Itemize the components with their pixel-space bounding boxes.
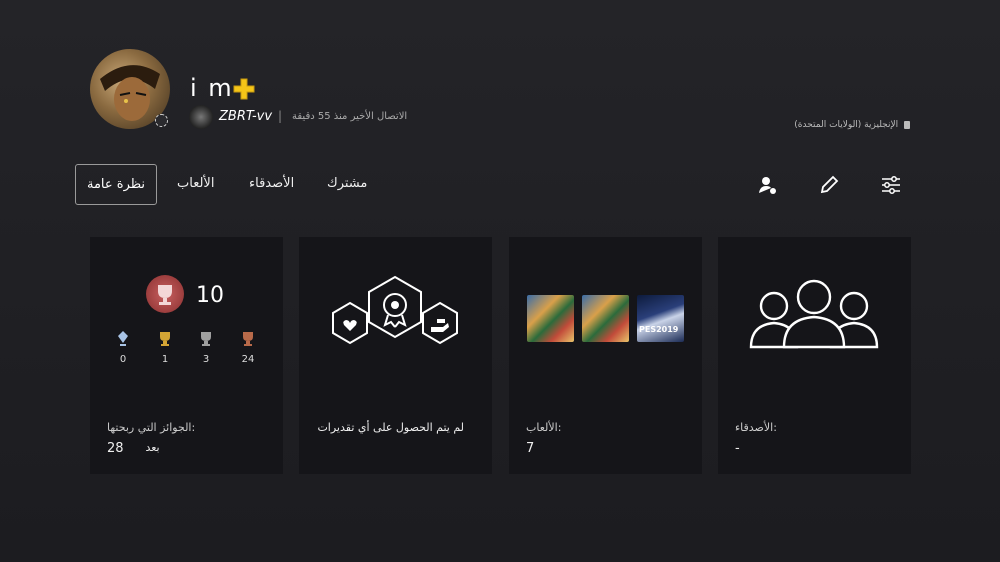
gold-trophy-icon (160, 332, 170, 346)
bronze-trophy-icon (243, 332, 253, 346)
game-thumbnail[interactable] (582, 295, 629, 342)
playstation-plus-icon (233, 78, 255, 100)
trophies-value: 28 (107, 441, 124, 456)
add-friend-icon[interactable] (757, 174, 779, 196)
separator: | (278, 109, 283, 123)
friends-card[interactable]: الأصدقاء: - (718, 237, 911, 474)
silver-trophy-icon (201, 332, 211, 346)
trophy-level: 10 (196, 283, 224, 308)
tab-overview[interactable]: نظرة عامة (75, 164, 157, 205)
online-id-avatar (189, 105, 213, 129)
profile-name: i m (190, 74, 234, 102)
language-icon (904, 120, 910, 129)
recognition-line-2: بعد (145, 441, 160, 454)
tab-subscription[interactable]: مشترك (327, 176, 367, 191)
games-value: 7 (526, 441, 535, 456)
gold-count: 1 (161, 354, 169, 365)
online-id: ZBRT-vv (219, 109, 273, 124)
recognition-text: لم يتم الحصول على أي تقديرات بعد (145, 421, 464, 454)
trophy-level-icon (146, 275, 184, 313)
games-label: الألعاب: (526, 421, 562, 434)
game-thumbnail-label: PES2019 (639, 325, 679, 334)
games-card[interactable]: PES2019 الألعاب: 7 (509, 237, 702, 474)
tab-friends[interactable]: الأصدقاء (249, 176, 294, 191)
friends-icon (749, 279, 879, 349)
bronze-count: 24 (241, 354, 255, 365)
friends-value: - (735, 441, 740, 456)
game-thumbnail[interactable]: PES2019 (637, 295, 684, 342)
platinum-count: 0 (119, 354, 127, 365)
trophies-label: الجوائز التي ربحتها: (107, 421, 196, 434)
language-indicator: الإنجليزية (الولايات المتحدة) (794, 120, 910, 130)
status-indicator (155, 114, 168, 127)
edit-pencil-icon[interactable] (818, 174, 840, 196)
silver-count: 3 (202, 354, 210, 365)
settings-sliders-icon[interactable] (880, 174, 902, 196)
recognition-line-1: لم يتم الحصول على أي تقديرات (317, 421, 464, 434)
game-thumbnail[interactable] (527, 295, 574, 342)
platinum-trophy-icon (118, 331, 128, 346)
friends-label: الأصدقاء: (735, 421, 777, 434)
language-label: الإنجليزية (الولايات المتحدة) (794, 120, 899, 130)
recognition-badges-icon (332, 275, 458, 345)
tab-games[interactable]: الألعاب (177, 176, 214, 191)
last-online: الاتصال الأخير منذ 55 دقيقة (292, 111, 408, 122)
trophies-card[interactable]: 10 0 1 3 24 الجوائز التي ربحتها: 28 (90, 237, 283, 474)
recognition-card[interactable]: لم يتم الحصول على أي تقديرات بعد (145, 237, 492, 474)
